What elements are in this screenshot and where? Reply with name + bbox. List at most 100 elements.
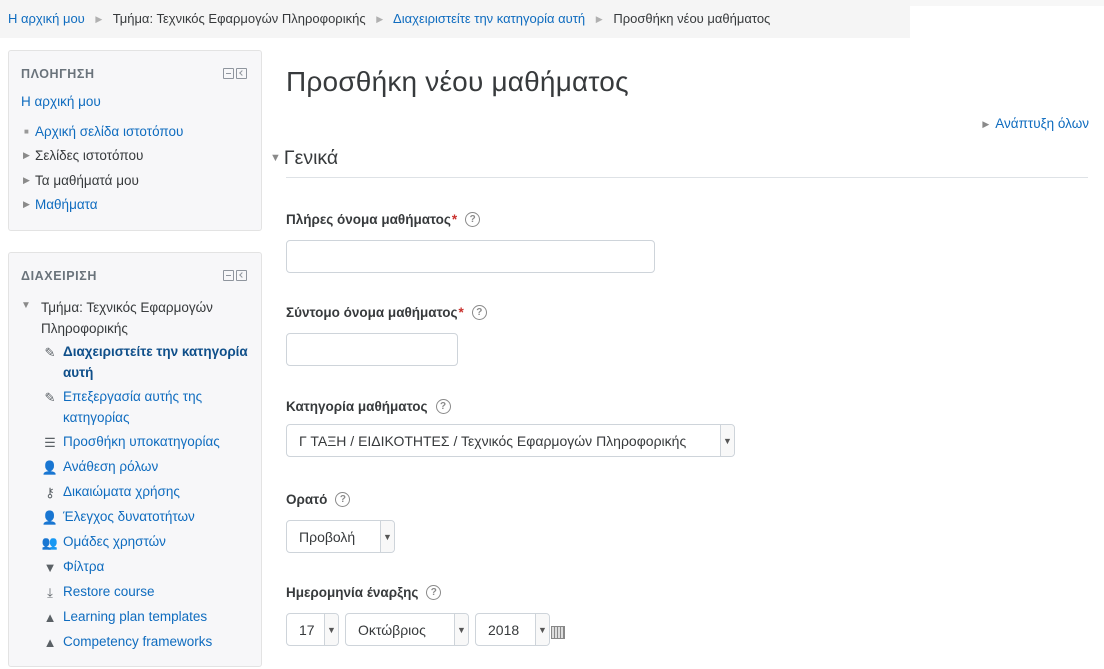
admin-item-label[interactable]: Προσθήκη υποκατηγορίας — [63, 431, 220, 452]
chevron-down-icon: ▼ — [380, 521, 394, 552]
admin-item-add-subcategory[interactable]: ☰ Προσθήκη υποκατηγορίας — [42, 431, 252, 452]
admin-item-competency-frameworks[interactable]: ▲ Competency frameworks — [42, 631, 252, 652]
expand-arrow-icon[interactable]: ▶ — [21, 199, 35, 210]
dock-block-icon[interactable] — [236, 68, 247, 79]
required-mark: * — [458, 305, 464, 320]
startdate-label: Ημερομηνία έναρξης ? — [286, 585, 442, 600]
category-label-text: Κατηγορία μαθήματος — [286, 399, 428, 414]
expand-arrow-icon[interactable]: ▶ — [21, 175, 35, 186]
pencil-icon: ✎ — [44, 344, 56, 360]
admin-item-assign-roles[interactable]: 👤 Ανάθεση ρόλων — [42, 456, 252, 477]
admin-item-label[interactable]: Διαχειριστείτε την κατηγορία αυτή — [63, 341, 252, 383]
admin-item-permissions[interactable]: ⚷ Δικαιώματα χρήσης — [42, 481, 252, 502]
competency-icon: ▲ — [43, 634, 57, 650]
nav-item-label[interactable]: Αρχική σελίδα ιστοτόπου — [35, 124, 183, 139]
nav-item-label[interactable]: Σελίδες ιστοτόπου — [35, 148, 143, 163]
admin-item-learning-plan-templates[interactable]: ▲ Learning plan templates — [42, 606, 252, 627]
visible-select-value: Προβολή — [299, 528, 356, 545]
collapse-block-icon[interactable] — [223, 270, 234, 281]
start-day-value: 17 — [299, 621, 315, 638]
help-icon[interactable]: ? — [465, 212, 481, 227]
visible-label-text: Ορατό — [286, 492, 328, 507]
admin-item-label[interactable]: Restore course — [63, 581, 155, 602]
admin-item-label[interactable]: Φίλτρα — [63, 556, 104, 577]
nav-item-site-home[interactable]: ■ Αρχική σελίδα ιστοτόπου — [21, 119, 183, 144]
admin-item-cohorts[interactable]: 👥 Ομάδες χρηστών — [42, 531, 252, 552]
collapse-arrow-icon[interactable]: ▼ — [21, 297, 41, 339]
category-select[interactable]: Γ ΤΑΞΗ / ΕΙΔΙΚΟΤΗΤΕΣ / Τεχνικός Εφαρμογώ… — [286, 424, 735, 457]
admin-item-label[interactable]: Ομάδες χρηστών — [63, 531, 166, 552]
start-year-select[interactable]: 2018 ▼ — [475, 613, 550, 646]
required-mark: * — [451, 212, 458, 227]
block-controls — [223, 68, 247, 79]
admin-item-manage-category[interactable]: ✎ Διαχειριστείτε την κατηγορία αυτή — [42, 341, 252, 383]
admin-category-node[interactable]: ▼ Τμήμα: Τεχνικός Εφαρμογών Πληροφορικής — [21, 297, 241, 339]
shortname-label: Σύντομο όνομα μαθήματος * ? — [286, 305, 487, 320]
restore-icon: ⤓ — [47, 584, 53, 600]
admin-item-restore-course[interactable]: ⤓ Restore course — [42, 581, 252, 602]
help-icon[interactable]: ? — [435, 399, 451, 414]
learning-plan-icon: ▲ — [43, 609, 57, 625]
chevron-down-icon: ▼ — [454, 614, 468, 645]
navigation-block: ΠΛΟΗΓΗΣΗ Η αρχική μου ■ Αρχική σελίδα ισ… — [8, 50, 262, 231]
breadcrumb-separator-icon: ▶ — [595, 14, 603, 24]
users-icon: 👥 — [41, 534, 59, 550]
startdate-label-text: Ημερομηνία έναρξης — [286, 585, 419, 600]
admin-item-filters[interactable]: ▼ Φίλτρα — [42, 556, 252, 577]
administration-list: ✎ Διαχειριστείτε την κατηγορία αυτή ✎ Επ… — [42, 341, 252, 656]
visible-label: Ορατό ? — [286, 492, 351, 507]
expand-all-link[interactable]: ▶ Ανάπτυξη όλων — [982, 116, 1089, 131]
category-select-value: Γ ΤΑΞΗ / ΕΙΔΙΚΟΤΗΤΕΣ / Τεχνικός Εφαρμογώ… — [299, 432, 687, 449]
top-strip — [910, 0, 1104, 6]
nav-item-courses[interactable]: ▶ Μαθήματα — [21, 193, 183, 218]
breadcrumb-separator-icon: ▶ — [376, 14, 384, 24]
navigation-list: ■ Αρχική σελίδα ιστοτόπου ▶ Σελίδες ιστο… — [21, 119, 183, 217]
collapse-block-icon[interactable] — [223, 68, 234, 79]
nav-item-site-pages[interactable]: ▶ Σελίδες ιστοτόπου — [21, 144, 183, 169]
admin-item-check-capabilities[interactable]: 👤 Έλεγχος δυνατοτήτων — [42, 506, 252, 527]
chevron-down-icon: ▼ — [535, 614, 549, 645]
section-general-title[interactable]: Γενικά — [284, 147, 338, 169]
chevron-down-icon: ▼ — [324, 614, 338, 645]
shortname-input[interactable] — [286, 333, 458, 366]
fullname-label: Πλήρες όνομα μαθήματος * ? — [286, 212, 481, 227]
help-icon[interactable]: ? — [471, 305, 487, 320]
nav-item-label[interactable]: Τα μαθήματά μου — [35, 173, 139, 188]
admin-item-label[interactable]: Competency frameworks — [63, 631, 212, 652]
admin-item-label[interactable]: Δικαιώματα χρήσης — [63, 481, 180, 502]
help-icon[interactable]: ? — [426, 585, 442, 600]
dock-block-icon[interactable] — [236, 270, 247, 281]
collapse-arrow-icon[interactable]: ▼ — [270, 152, 281, 164]
admin-item-label[interactable]: Έλεγχος δυνατοτήτων — [63, 506, 195, 527]
breadcrumb-department: Τμήμα: Τεχνικός Εφαρμογών Πληροφορικής — [112, 11, 366, 26]
expand-all-label[interactable]: Ανάπτυξη όλων — [995, 116, 1089, 131]
calendar-icon[interactable] — [551, 626, 565, 639]
fullname-input[interactable] — [286, 240, 655, 273]
start-month-select[interactable]: Οκτώβριος ▼ — [345, 613, 469, 646]
nav-item-label[interactable]: Μαθήματα — [35, 197, 98, 212]
breadcrumb-separator-icon: ▶ — [95, 14, 103, 24]
breadcrumb: Η αρχική μου ▶ Τμήμα: Τεχνικός Εφαρμογών… — [0, 0, 910, 38]
administration-block-title: ΔΙΑΧΕΙΡΙΣΗ — [21, 269, 97, 283]
page-title: Προσθήκη νέου μαθήματος — [286, 66, 629, 97]
fullname-label-text: Πλήρες όνομα μαθήματος — [286, 212, 451, 227]
breadcrumb-home[interactable]: Η αρχική μου — [8, 11, 85, 26]
admin-item-label[interactable]: Ανάθεση ρόλων — [63, 456, 158, 477]
nav-home-link[interactable]: Η αρχική μου — [21, 94, 101, 109]
section-general-header[interactable]: ▼ Γενικά — [270, 147, 338, 170]
help-icon[interactable]: ? — [335, 492, 351, 507]
admin-item-label[interactable]: Learning plan templates — [63, 606, 207, 627]
breadcrumb-current: Προσθήκη νέου μαθήματος — [613, 11, 771, 26]
nav-item-my-courses[interactable]: ▶ Τα μαθήματά μου — [21, 168, 183, 193]
admin-category-label[interactable]: Τμήμα: Τεχνικός Εφαρμογών Πληροφορικής — [41, 297, 241, 339]
admin-item-label[interactable]: Επεξεργασία αυτής της κατηγορίας — [63, 386, 252, 428]
start-day-select[interactable]: 17 ▼ — [286, 613, 339, 646]
shortname-label-text: Σύντομο όνομα μαθήματος — [286, 305, 458, 320]
chevron-down-icon: ▼ — [720, 425, 734, 456]
admin-item-edit-category[interactable]: ✎ Επεξεργασία αυτής της κατηγορίας — [42, 386, 252, 428]
filter-icon: ▼ — [43, 559, 57, 575]
expand-arrow-icon[interactable]: ▶ — [21, 150, 35, 161]
square-bullet-icon: ■ — [24, 126, 29, 136]
breadcrumb-manage-category[interactable]: Διαχειριστείτε την κατηγορία αυτή — [393, 11, 585, 26]
visible-select[interactable]: Προβολή ▼ — [286, 520, 395, 553]
